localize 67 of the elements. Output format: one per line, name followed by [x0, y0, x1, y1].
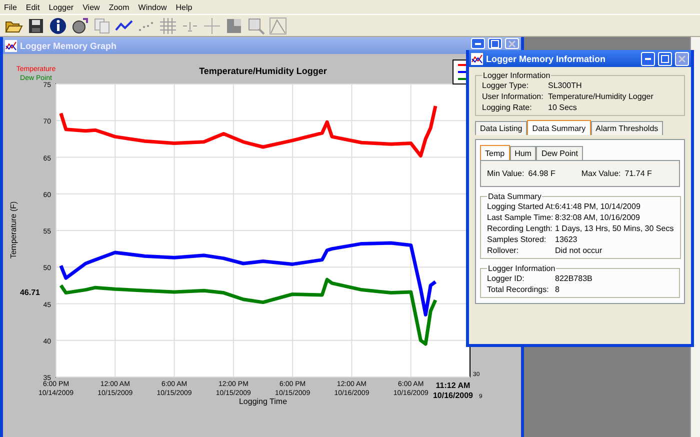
end-time: 11:12 AM: [436, 381, 470, 390]
tab[interactable]: Data Summary: [527, 120, 591, 135]
marker-value: 46.71: [20, 288, 40, 297]
field-label: User Information:: [482, 92, 544, 101]
field-label: Logger ID:: [487, 274, 526, 283]
menu-item[interactable]: View: [82, 2, 100, 12]
tab[interactable]: Temp: [480, 145, 510, 160]
field-value: 10 Secs: [548, 103, 577, 112]
maximize-button[interactable]: [488, 38, 502, 49]
y-axis-label: Temperature (F): [9, 201, 18, 259]
field-label: Rollover:: [487, 246, 520, 255]
save-icon[interactable]: [27, 16, 45, 34]
chart-icon: [471, 52, 483, 64]
field-label: Max Value:: [581, 169, 621, 178]
tab[interactable]: Alarm Thresholds: [590, 121, 664, 135]
maximize-button[interactable]: [658, 52, 672, 66]
field-value: 71.74 F: [624, 169, 652, 178]
menu-item[interactable]: Help: [176, 2, 192, 12]
field-label: Last Sample Time:: [487, 213, 554, 222]
field-value: 13623: [555, 235, 578, 244]
window-title: Logger Memory Graph: [20, 40, 117, 50]
close-button[interactable]: [505, 38, 519, 49]
end-date: 10/16/2009: [432, 391, 474, 400]
minimize-button[interactable]: [641, 52, 655, 66]
field-value: 64.98 F: [528, 169, 556, 178]
close-icon: [678, 54, 686, 62]
grid-icon[interactable]: [159, 16, 177, 34]
field-value: 822B783B: [555, 274, 592, 283]
field-value: 6:41:48 PM, 10/14/2009: [555, 202, 640, 211]
field-value: 8:32:08 AM, 10/16/2009: [555, 213, 640, 222]
field-label: Min Value:: [487, 169, 524, 178]
info-icon[interactable]: [49, 16, 67, 34]
zoom-icon[interactable]: [247, 16, 265, 34]
group-title: Logger Information: [482, 71, 552, 80]
minimize-icon: [475, 42, 481, 44]
field-value: 8: [555, 285, 560, 294]
maximize-icon: [661, 54, 669, 62]
field-value: 1 Days, 13 Hrs, 50 Mins, 30 Secs: [555, 224, 674, 233]
chart-title: Temperature/Humidity Logger: [199, 66, 327, 76]
menu-item[interactable]: Edit: [26, 2, 40, 12]
field-value: Did not occur: [555, 246, 602, 255]
x-axis-label: Logging Time: [238, 397, 288, 406]
minimize-icon: [645, 58, 651, 60]
field-label: Logging Started At:: [487, 202, 555, 211]
field-label: Logging Rate:: [482, 103, 533, 112]
chart-icon: [5, 40, 17, 52]
tab[interactable]: Hum: [510, 146, 536, 160]
close-button[interactable]: [675, 52, 689, 66]
group-title: Logger Information: [487, 264, 556, 273]
menu-item[interactable]: File: [4, 2, 17, 12]
minimize-button[interactable]: [471, 38, 485, 49]
tab[interactable]: Data Listing: [475, 121, 528, 135]
maximize-icon: [491, 40, 499, 48]
field-label: Logger Type:: [482, 81, 530, 90]
window-title: Logger Memory Information: [486, 54, 606, 64]
menu-item[interactable]: Window: [138, 2, 167, 12]
field-label: Samples Stored:: [487, 235, 548, 244]
tab[interactable]: Dew Point: [536, 146, 583, 160]
group-title: Data Summary: [487, 192, 542, 201]
close-icon: [508, 40, 516, 48]
panel-icon[interactable]: [225, 16, 243, 34]
field-value: Temperature/Humidity Logger: [548, 92, 654, 101]
field-value: SL300TH: [548, 81, 582, 90]
menu-item[interactable]: Logger: [48, 2, 74, 12]
menu-item[interactable]: Zoom: [108, 2, 130, 12]
field-label: Total Recordings:: [487, 285, 550, 294]
field-label: Recording Length:: [487, 224, 554, 233]
